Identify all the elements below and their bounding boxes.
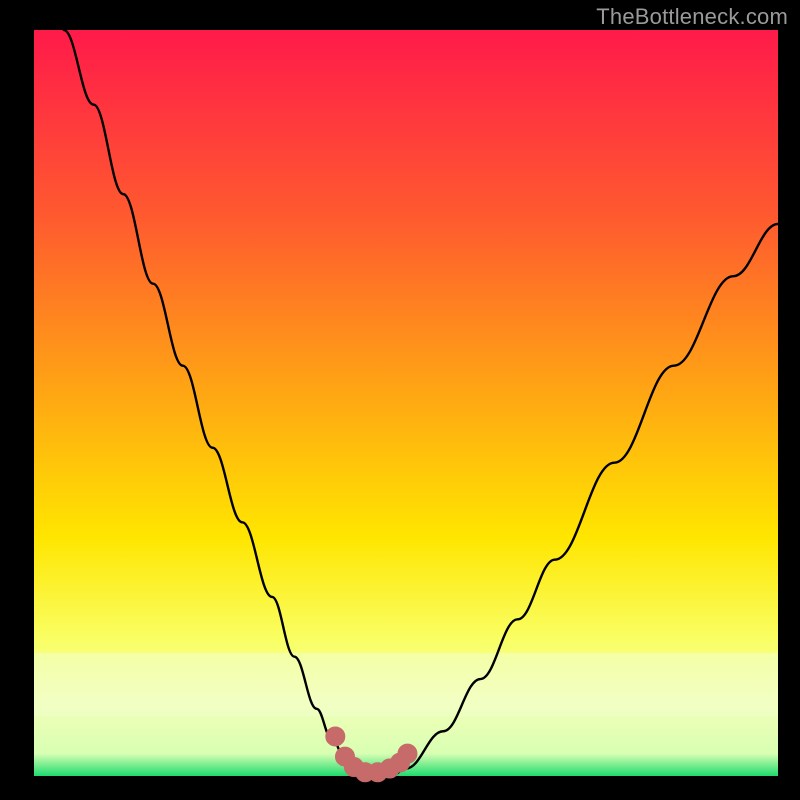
chart-stage: TheBottleneck.com	[0, 0, 800, 800]
pale-band	[34, 653, 778, 716]
chart-svg	[0, 0, 800, 800]
highlight-dot	[326, 727, 345, 746]
watermark-text: TheBottleneck.com	[596, 4, 788, 30]
highlight-dot	[398, 744, 417, 763]
